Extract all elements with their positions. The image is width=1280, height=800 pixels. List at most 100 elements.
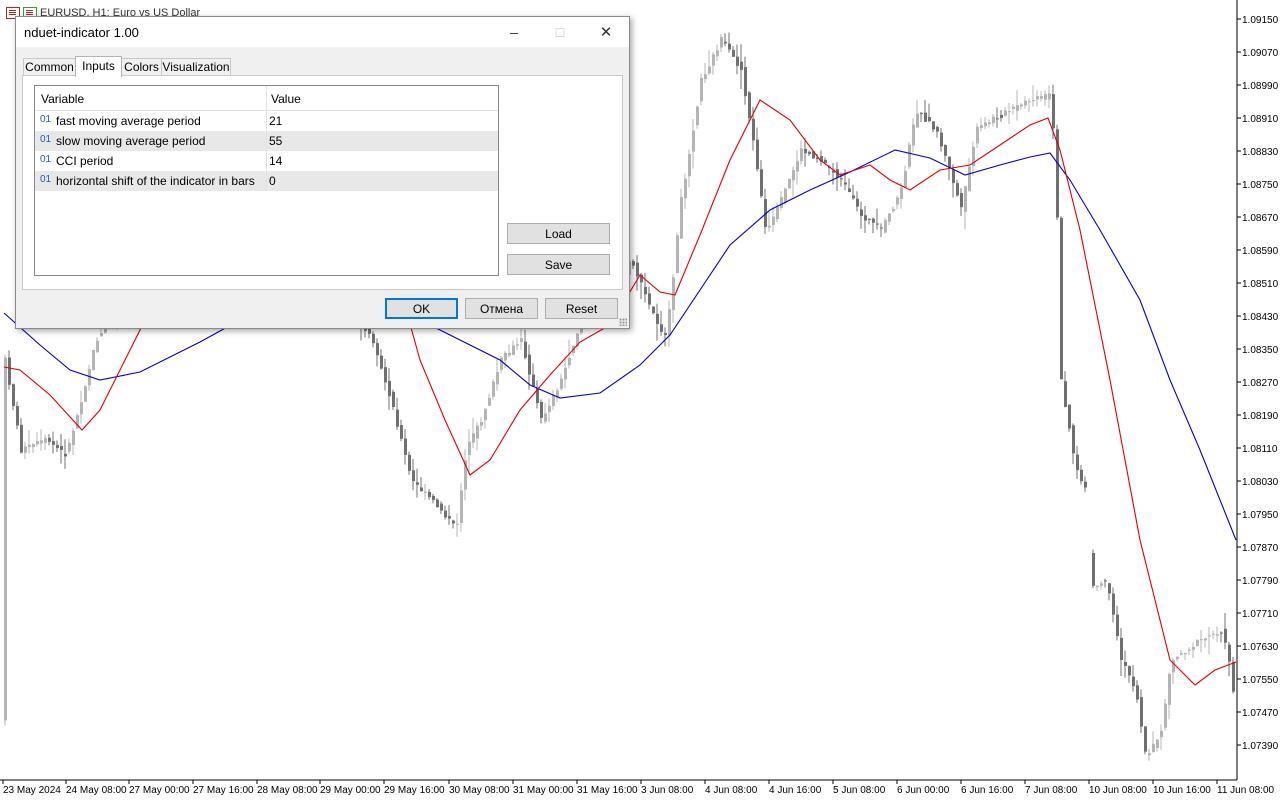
header-variable[interactable]: Variable (41, 92, 84, 106)
time-label: 27 May 00:00 (129, 785, 190, 796)
candle-body (524, 341, 527, 358)
candle-body (936, 126, 939, 132)
candle-body (516, 344, 519, 346)
candle-body (56, 444, 59, 448)
candle-body (1044, 94, 1047, 100)
candle-body (1224, 628, 1227, 643)
candle-body (1188, 649, 1191, 651)
candle-body (940, 132, 943, 147)
price-label: 1.08430 (1242, 312, 1279, 323)
cancel-button[interactable]: Отмена (465, 298, 538, 319)
dialog-titlebar[interactable]: nduet-indicator 1.00 – □ ✕ (16, 17, 629, 47)
input-value[interactable]: 55 (269, 134, 282, 148)
minimize-button[interactable]: – (491, 17, 537, 47)
candle-body (992, 116, 995, 124)
input-value[interactable]: 0 (269, 174, 276, 188)
candle-body (472, 433, 475, 443)
candle-body (48, 437, 51, 442)
candle-body (728, 43, 731, 50)
candle-body (760, 169, 763, 197)
candle-body (456, 523, 459, 525)
time-label: 5 Jun 08:00 (833, 785, 886, 796)
candle-body (1100, 583, 1103, 586)
tab-colors[interactable]: Colors (121, 58, 162, 76)
candle-body (844, 182, 847, 185)
candle-body (908, 144, 911, 167)
candle-body (864, 215, 867, 221)
candle-body (1024, 100, 1027, 106)
input-value[interactable]: 21 (269, 114, 282, 128)
candle-body (552, 394, 555, 407)
close-button[interactable]: ✕ (583, 17, 629, 47)
candle-body (808, 151, 811, 155)
tab-inputs[interactable]: Inputs (75, 56, 122, 77)
price-label: 1.08350 (1242, 345, 1279, 356)
candle-body (964, 186, 967, 212)
candle-body (44, 438, 47, 443)
candle-body (944, 144, 947, 156)
reset-button[interactable]: Reset (545, 298, 618, 319)
input-row-cci-period[interactable]: 01 CCI period 14 (35, 151, 498, 171)
column-separator (266, 151, 267, 171)
candle-body (1196, 640, 1199, 646)
candle-body (804, 148, 807, 154)
candle-body (648, 293, 651, 305)
candle-body (1084, 481, 1087, 488)
candle-body (652, 306, 655, 314)
candle-body (780, 197, 783, 209)
candle-body (708, 66, 711, 74)
candle-body (1040, 96, 1043, 99)
time-label: 29 May 16:00 (384, 785, 445, 796)
candle-body (1168, 673, 1171, 705)
candle-body (784, 188, 787, 203)
candle-body (928, 117, 931, 122)
candle-body (372, 333, 375, 344)
candle-body (1004, 110, 1007, 116)
candle-body (1008, 111, 1011, 113)
input-row-horizontal-shift[interactable]: 01 horizontal shift of the indicator in … (35, 171, 498, 191)
candle-body (1000, 114, 1003, 118)
tab-visualization[interactable]: Visualization (161, 58, 231, 76)
price-label: 1.07790 (1242, 576, 1279, 587)
candle-body (20, 424, 23, 453)
input-row-fast-ma-period[interactable]: 01 fast moving average period 21 (35, 111, 498, 131)
price-axis: 1.09150 1.09070 1.08990 1.08910 1.08830 1.087… (1237, 15, 1279, 752)
time-label: 6 Jun 00:00 (897, 785, 950, 796)
header-separator[interactable] (266, 86, 267, 110)
resize-grip-icon[interactable] (619, 318, 627, 326)
candle-body (1192, 647, 1195, 650)
candle-body (1160, 730, 1163, 738)
save-button[interactable]: Save (507, 254, 610, 275)
time-label: 23 May 2024 (3, 785, 61, 796)
price-label: 1.09150 (1242, 15, 1279, 26)
candle-body (872, 218, 875, 223)
time-label: 10 Jun 08:00 (1089, 785, 1147, 796)
header-value[interactable]: Value (271, 92, 301, 106)
load-button[interactable]: Load (507, 223, 610, 244)
price-label: 1.07470 (1242, 708, 1279, 719)
time-label: 30 May 08:00 (449, 785, 510, 796)
ok-button[interactable]: OK (385, 298, 458, 319)
candle-body (60, 446, 63, 450)
candle-body (1164, 703, 1167, 728)
candle-body (396, 409, 399, 427)
maximize-button[interactable]: □ (537, 17, 583, 47)
candle-body (424, 491, 427, 493)
input-value[interactable]: 14 (269, 154, 282, 168)
candle-body (980, 125, 983, 128)
candle-body (1028, 101, 1031, 103)
time-label: 28 May 08:00 (257, 785, 318, 796)
candle-body (896, 197, 899, 205)
candle-body (492, 381, 495, 397)
candle-body (440, 503, 443, 511)
tab-common[interactable]: Common (23, 58, 76, 76)
candle-body (448, 516, 451, 519)
candle-body (420, 487, 423, 492)
candle-body (476, 425, 479, 439)
candle-body (1184, 653, 1187, 655)
candle-body (452, 520, 455, 524)
candle-body (1052, 94, 1055, 129)
input-row-slow-ma-period[interactable]: 01 slow moving average period 55 (35, 131, 498, 151)
price-label: 1.08910 (1242, 114, 1279, 125)
candle-body (560, 378, 563, 389)
